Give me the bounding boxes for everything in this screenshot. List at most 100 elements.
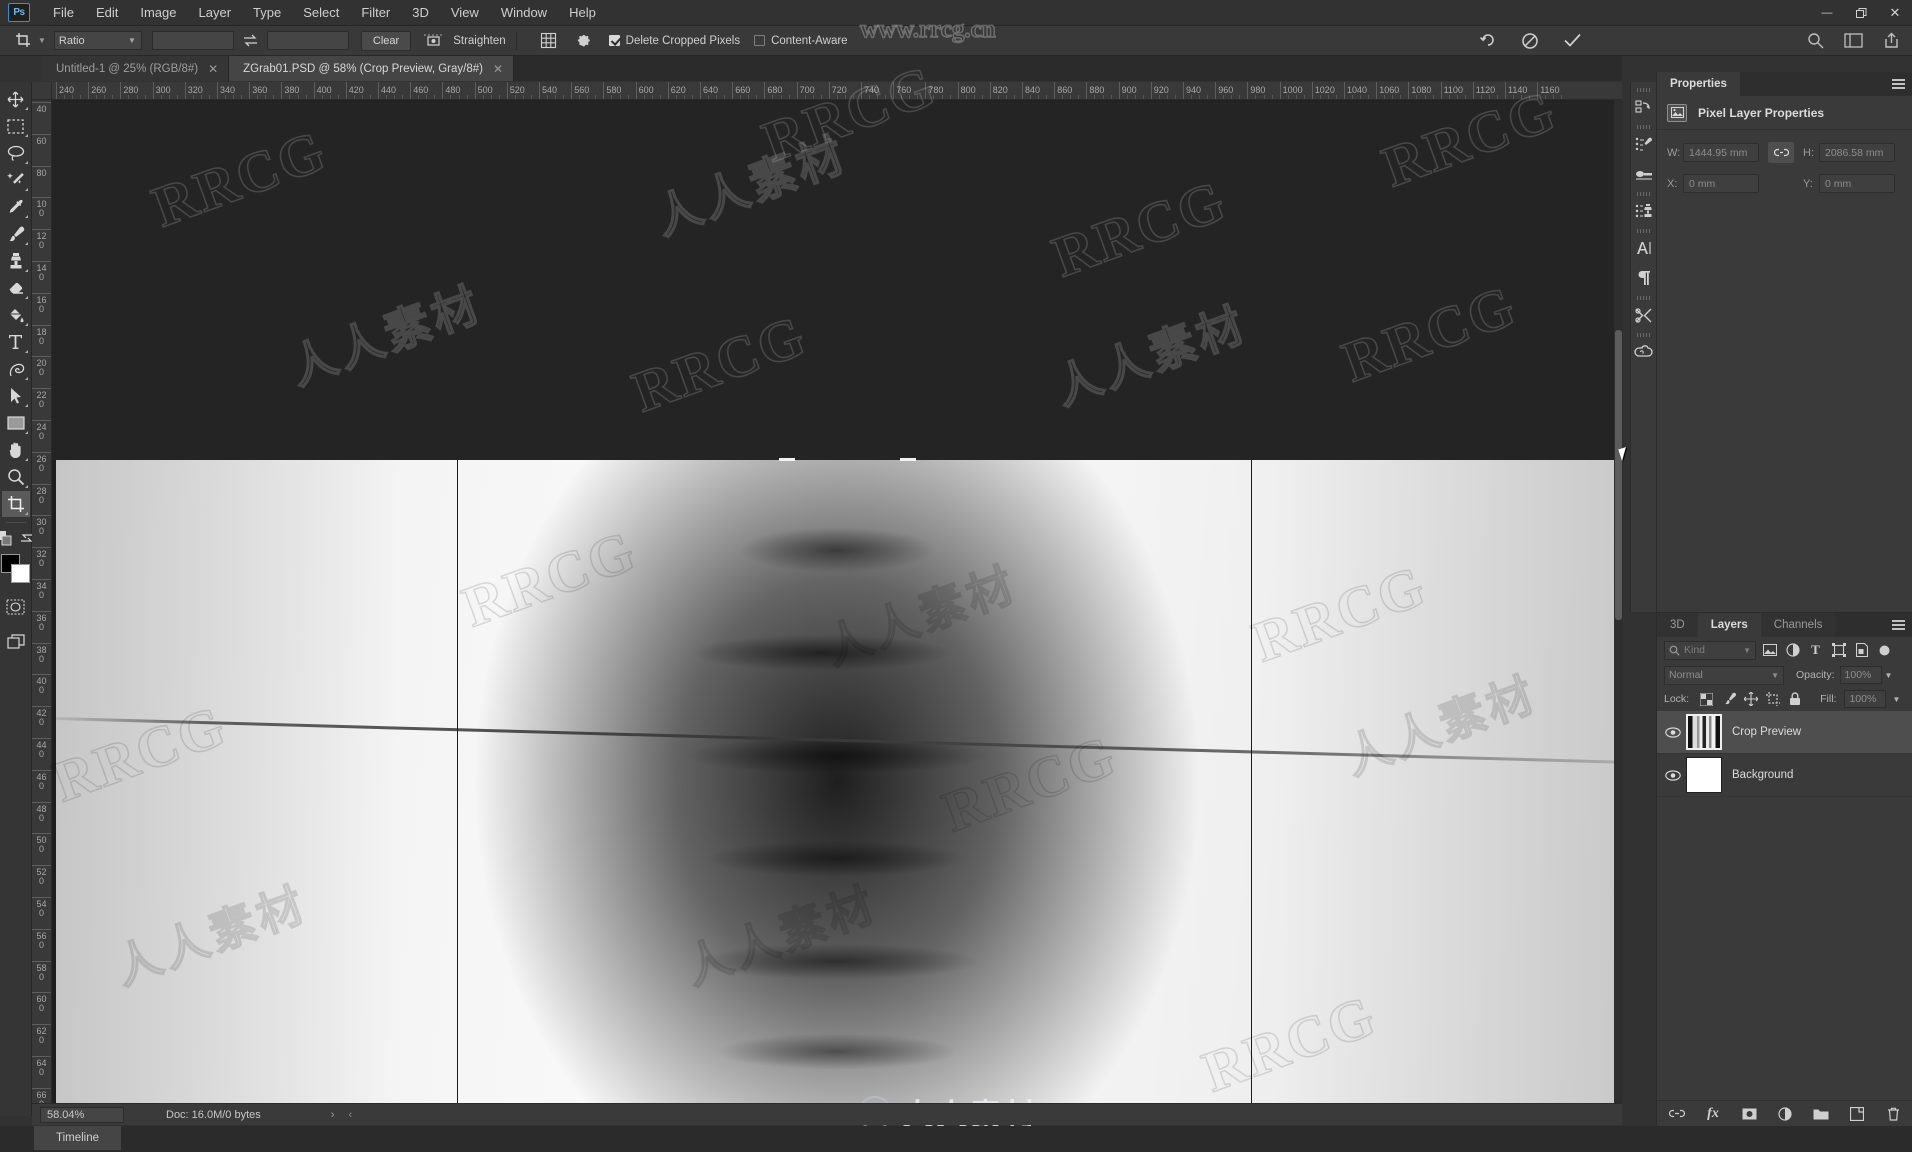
zoom-level-input[interactable]: 58.04% <box>40 1106 124 1123</box>
filter-type-icon[interactable]: T <box>1806 641 1825 660</box>
layer-visibility-icon[interactable] <box>1664 723 1682 741</box>
background-color-swatch[interactable] <box>10 564 30 583</box>
menu-help[interactable]: Help <box>558 1 607 24</box>
document-tab-untitled-1[interactable]: Untitled-1 @ 25% (RGB/8#) ✕ <box>42 56 230 81</box>
restore-icon[interactable] <box>1844 0 1878 26</box>
filter-shape-icon[interactable] <box>1829 641 1848 660</box>
lock-transparent-pixels-icon[interactable] <box>1697 690 1716 709</box>
tab-3d[interactable]: 3D <box>1657 613 1698 637</box>
tool-eyedropper[interactable] <box>2 194 30 220</box>
cancel-icon[interactable] <box>1520 31 1540 51</box>
width-input[interactable]: 1444.95 mm <box>1683 143 1759 162</box>
tab-layers[interactable]: Layers <box>1697 613 1761 637</box>
tool-hand[interactable] <box>2 437 30 463</box>
brush-settings-icon[interactable] <box>1631 159 1657 189</box>
status-expand-icon[interactable]: › <box>331 1109 335 1121</box>
lock-artboard-icon[interactable] <box>1763 690 1782 709</box>
document-canvas[interactable] <box>52 100 1622 1103</box>
menu-file[interactable]: File <box>42 1 85 24</box>
canvas-vertical-scrollbar[interactable] <box>1614 100 1623 1103</box>
brush-presets-icon[interactable] <box>1631 129 1657 159</box>
reset-icon[interactable] <box>1478 31 1498 51</box>
menu-layer[interactable]: Layer <box>188 1 243 24</box>
search-icon[interactable] <box>1807 32 1824 49</box>
gear-icon[interactable] <box>571 30 595 52</box>
swap-arrows-icon[interactable] <box>243 34 258 47</box>
tool-eraser[interactable] <box>2 275 30 301</box>
y-input[interactable]: 0 mm <box>1819 174 1895 193</box>
layer-style-button[interactable]: fx <box>1703 1104 1723 1124</box>
quick-mask-icon[interactable] <box>2 594 30 620</box>
delete-layer-button[interactable] <box>1883 1104 1903 1124</box>
menu-edit[interactable]: Edit <box>85 1 129 24</box>
color-swatches[interactable] <box>0 554 31 584</box>
opacity-input[interactable]: 100% <box>1839 666 1882 684</box>
menu-image[interactable]: Image <box>129 1 187 24</box>
menu-3d[interactable]: 3D <box>401 1 440 24</box>
default-colors-icon[interactable] <box>0 529 14 547</box>
filter-pixel-icon[interactable] <box>1760 641 1779 660</box>
tool-lasso[interactable] <box>2 140 30 166</box>
layer-thumbnail[interactable] <box>1686 714 1722 750</box>
tool-rectangle[interactable] <box>2 410 30 436</box>
fill-input[interactable]: 100% <box>1844 690 1887 708</box>
commit-icon[interactable] <box>1562 31 1582 51</box>
clear-button[interactable]: Clear <box>360 30 412 51</box>
tab-channels[interactable]: Channels <box>1760 613 1836 637</box>
paragraph-icon[interactable] <box>1631 263 1657 293</box>
close-icon[interactable]: ✕ <box>208 62 218 76</box>
horizontal-ruler[interactable]: 240 260 280 300 320 340 360 380 400 420 440 460 480 5… <box>52 82 1622 100</box>
menu-window[interactable]: Window <box>490 1 558 24</box>
content-aware-checkbox[interactable]: Content-Aware <box>754 35 848 47</box>
vertical-ruler[interactable]: 40 60 80 100 120 140 160 180 200 220 240 260 280 300 3… <box>32 100 52 1103</box>
chevron-down-icon[interactable]: ▼ <box>1889 695 1903 704</box>
filter-smart-object-icon[interactable] <box>1852 641 1871 660</box>
tool-type[interactable] <box>2 329 30 355</box>
lock-image-pixels-icon[interactable] <box>1719 690 1738 709</box>
close-icon[interactable]: ✕ <box>493 62 503 76</box>
menu-select[interactable]: Select <box>292 1 350 24</box>
link-chain-icon[interactable] <box>1768 142 1794 163</box>
layer-row-crop-preview[interactable]: Crop Preview <box>1657 711 1912 754</box>
filter-toggle-icon[interactable] <box>1875 641 1894 660</box>
document-tab-zgrab01[interactable]: ZGrab01.PSD @ 58% (Crop Preview, Gray/8#… <box>229 56 515 81</box>
tool-magic-wand[interactable] <box>2 167 30 193</box>
panel-menu-icon[interactable] <box>1892 620 1905 631</box>
lock-position-icon[interactable] <box>1741 690 1760 709</box>
close-icon[interactable]: ✕ <box>1878 0 1912 26</box>
tool-zoom[interactable] <box>2 464 30 490</box>
cropped-image-preview[interactable] <box>56 460 1618 1103</box>
minimize-icon[interactable]: — <box>1810 0 1844 26</box>
layer-thumbnail[interactable] <box>1686 757 1722 793</box>
tool-pen[interactable] <box>2 356 30 382</box>
tool-rectangular-marquee[interactable] <box>2 113 30 139</box>
filter-adjustment-icon[interactable] <box>1783 641 1802 660</box>
blend-mode-select[interactable]: Normal ▼ <box>1664 665 1784 685</box>
chevron-down-icon[interactable]: ▼ <box>1882 671 1896 680</box>
tool-move[interactable] <box>2 86 30 112</box>
workspace-icon[interactable] <box>1844 33 1863 48</box>
menu-view[interactable]: View <box>440 1 490 24</box>
straighten-label[interactable]: Straighten <box>453 35 505 47</box>
tool-presets-icon[interactable] <box>1631 300 1657 330</box>
menu-type[interactable]: Type <box>242 1 292 24</box>
crop-height-input[interactable] <box>266 31 349 50</box>
layer-mask-button[interactable] <box>1739 1104 1759 1124</box>
crop-handle-top-left[interactable] <box>779 458 795 461</box>
grid-overlay-icon[interactable] <box>537 30 561 52</box>
tab-timeline[interactable]: Timeline <box>34 1126 122 1150</box>
new-layer-button[interactable] <box>1847 1104 1867 1124</box>
tool-brush[interactable] <box>2 221 30 247</box>
delete-cropped-pixels-checkbox[interactable]: Delete Cropped Pixels <box>608 35 740 47</box>
creative-cloud-icon[interactable] <box>1631 337 1657 367</box>
crop-tool-icon[interactable] <box>10 30 36 52</box>
chevron-down-icon[interactable]: ▼ <box>38 36 46 45</box>
new-group-button[interactable] <box>1811 1104 1831 1124</box>
x-input[interactable]: 0 mm <box>1683 174 1759 193</box>
history-icon[interactable] <box>1631 92 1657 122</box>
height-input[interactable]: 2086.58 mm <box>1819 143 1895 162</box>
tab-properties[interactable]: Properties <box>1657 72 1740 96</box>
tool-paint-bucket[interactable] <box>2 302 30 328</box>
layer-visibility-icon[interactable] <box>1664 766 1682 784</box>
panel-menu-icon[interactable] <box>1892 79 1905 90</box>
